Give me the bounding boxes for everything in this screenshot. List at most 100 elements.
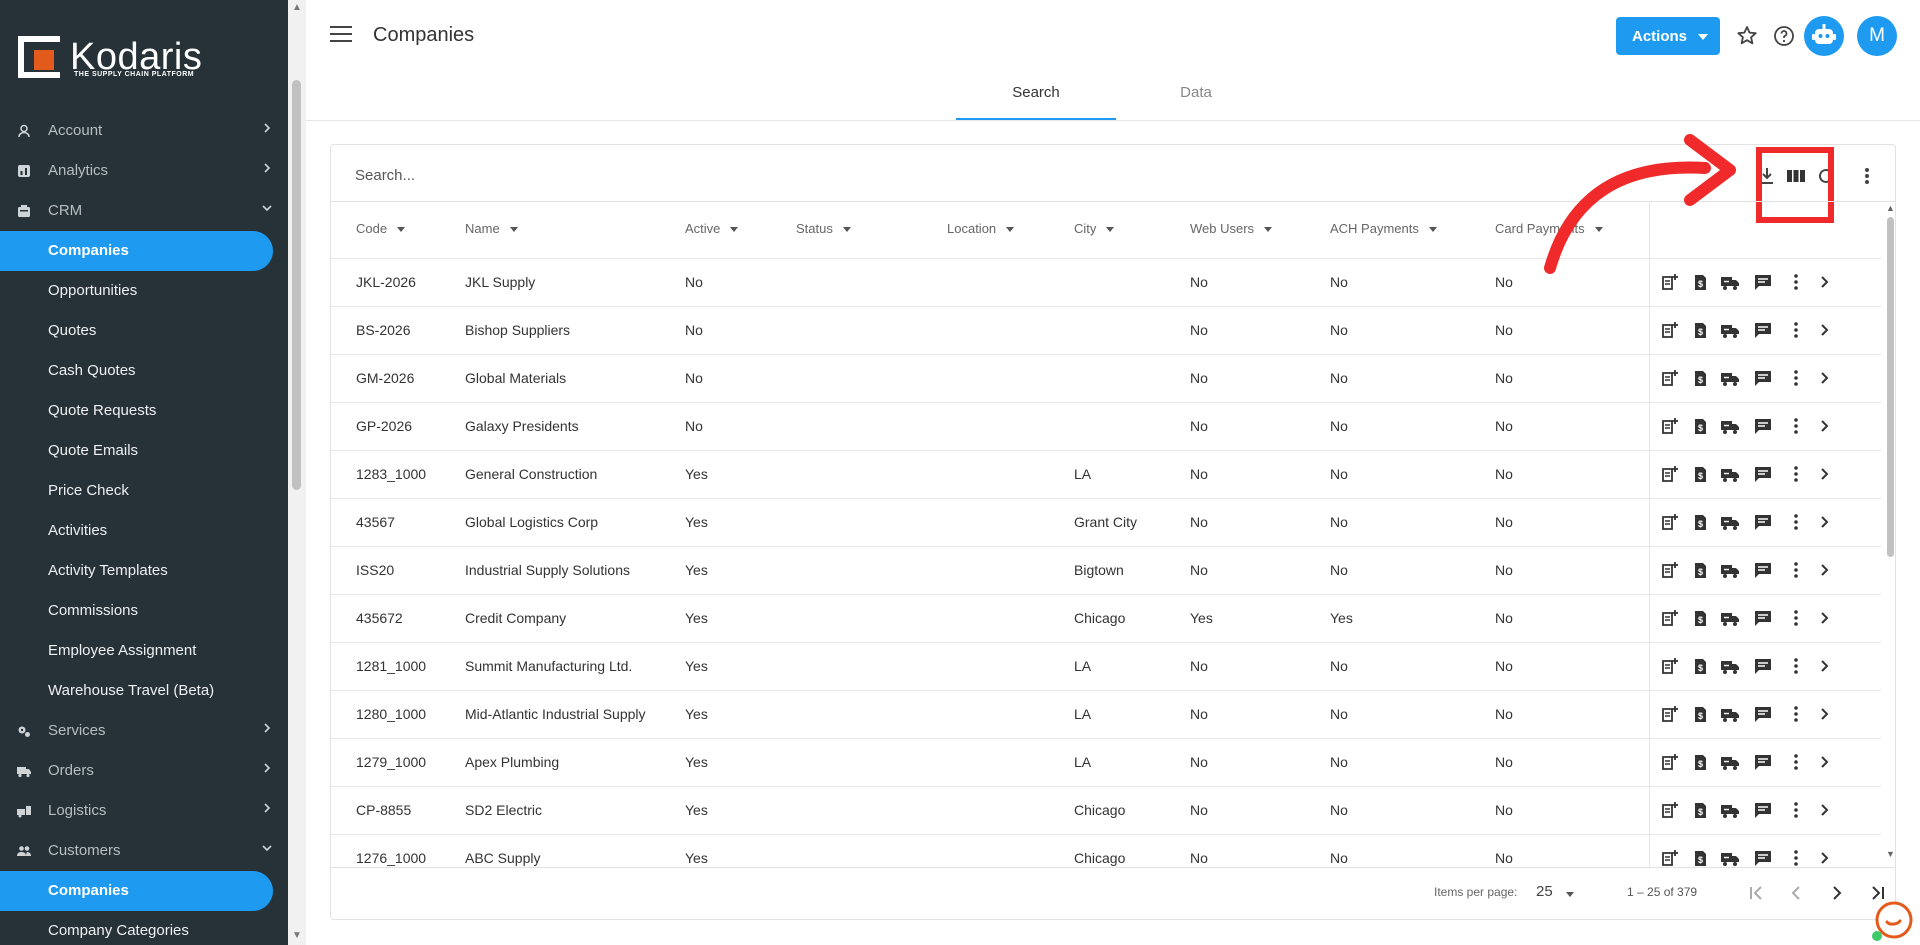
sort-arrow-icon[interactable]	[509, 227, 518, 233]
actions-button[interactable]: Actions	[1616, 17, 1720, 55]
sidebar-scroll-thumb[interactable]	[292, 80, 301, 490]
more-vert-icon[interactable]	[1786, 656, 1806, 676]
quote-icon[interactable]: $	[1690, 416, 1710, 436]
tab-data[interactable]: Data	[1116, 84, 1276, 120]
sort-arrow-icon[interactable]	[730, 227, 739, 233]
more-vert-icon[interactable]	[1786, 512, 1806, 532]
chevron-right-icon[interactable]	[1814, 368, 1834, 388]
more-vert-icon[interactable]	[1786, 704, 1806, 724]
chevron-right-icon[interactable]	[1814, 464, 1834, 484]
table-row[interactable]: BS-2026 Bishop Suppliers No No No No $	[331, 306, 1881, 355]
delivery-truck-icon[interactable]	[1720, 752, 1740, 772]
more-vert-icon[interactable]	[1786, 752, 1806, 772]
more-vert-icon[interactable]	[1786, 608, 1806, 628]
items-per-page-select[interactable]: 25	[1536, 883, 1553, 900]
quote-icon[interactable]: $	[1690, 848, 1710, 868]
previous-page-icon[interactable]	[1784, 881, 1808, 905]
chevron-right-icon[interactable]	[1814, 752, 1834, 772]
chevron-right-icon[interactable]	[1814, 848, 1834, 868]
table-row[interactable]: ISS20 Industrial Supply Solutions Yes Bigto…	[331, 546, 1881, 595]
add-note-icon[interactable]	[1660, 560, 1680, 580]
table-row[interactable]: 1279_1000 Apex Plumbing Yes LA No No No $	[331, 738, 1881, 787]
more-vert-icon[interactable]	[1786, 272, 1806, 292]
quote-icon[interactable]: $	[1690, 320, 1710, 340]
first-page-icon[interactable]	[1744, 881, 1768, 905]
column-header-status[interactable]: Status	[796, 221, 851, 236]
sidebar-scrollbar[interactable]: ▲ ▼	[288, 0, 306, 945]
chevron-right-icon[interactable]	[1814, 800, 1834, 820]
sidebar-item-crm[interactable]: CRM	[0, 191, 288, 231]
scroll-down-arrow-icon[interactable]: ▼	[1886, 849, 1895, 859]
add-note-icon[interactable]	[1660, 416, 1680, 436]
column-header-location[interactable]: Location	[947, 221, 1015, 236]
sidebar-subitem-commissions[interactable]: Commissions	[0, 591, 288, 631]
add-note-icon[interactable]	[1660, 800, 1680, 820]
delivery-truck-icon[interactable]	[1720, 656, 1740, 676]
sort-arrow-icon[interactable]	[1264, 227, 1273, 233]
comment-icon[interactable]	[1753, 800, 1773, 820]
column-header-city[interactable]: City	[1074, 221, 1115, 236]
add-note-icon[interactable]	[1660, 464, 1680, 484]
column-header-code[interactable]: Code	[356, 221, 406, 236]
add-note-icon[interactable]	[1660, 704, 1680, 724]
table-row[interactable]: 435672 Credit Company Yes Chicago Yes Yes No $	[331, 594, 1881, 643]
sidebar-subitem-warehouse-travel-beta[interactable]: Warehouse Travel (Beta)	[0, 671, 288, 711]
sidebar-subitem-quote-emails[interactable]: Quote Emails	[0, 431, 288, 471]
comment-icon[interactable]	[1753, 704, 1773, 724]
sidebar-subitem-opportunities[interactable]: Opportunities	[0, 271, 288, 311]
quote-icon[interactable]: $	[1690, 608, 1710, 628]
quote-icon[interactable]: $	[1690, 464, 1710, 484]
sidebar-item-logistics[interactable]: Logistics	[0, 791, 288, 831]
delivery-truck-icon[interactable]	[1720, 608, 1740, 628]
add-note-icon[interactable]	[1660, 368, 1680, 388]
search-input[interactable]	[355, 160, 1155, 190]
comment-icon[interactable]	[1753, 608, 1773, 628]
table-row[interactable]: CP-8855 SD2 Electric Yes Chicago No No No $	[331, 786, 1881, 835]
sort-arrow-icon[interactable]	[397, 227, 406, 233]
column-header-name[interactable]: Name	[465, 221, 518, 236]
next-page-icon[interactable]	[1825, 881, 1849, 905]
sidebar-subitem-price-check[interactable]: Price Check	[0, 471, 288, 511]
sidebar-subitem-quotes[interactable]: Quotes	[0, 311, 288, 351]
sort-arrow-icon[interactable]	[1106, 227, 1115, 233]
column-header-active[interactable]: Active	[685, 221, 739, 236]
support-chat-icon[interactable]	[1870, 898, 1914, 942]
more-vert-icon[interactable]	[1786, 560, 1806, 580]
delivery-truck-icon[interactable]	[1720, 560, 1740, 580]
chevron-right-icon[interactable]	[1814, 416, 1834, 436]
scroll-up-arrow-icon[interactable]: ▲	[292, 2, 302, 13]
chevron-right-icon[interactable]	[1814, 560, 1834, 580]
delivery-truck-icon[interactable]	[1720, 320, 1740, 340]
column-header-ach-payments[interactable]: ACH Payments	[1330, 221, 1437, 236]
chevron-right-icon[interactable]	[262, 723, 272, 733]
more-vert-icon[interactable]	[1786, 320, 1806, 340]
table-row[interactable]: 1281_1000 Summit Manufacturing Ltd. Yes LA N…	[331, 642, 1881, 691]
chevron-right-icon[interactable]	[262, 763, 272, 773]
delivery-truck-icon[interactable]	[1720, 368, 1740, 388]
delivery-truck-icon[interactable]	[1720, 512, 1740, 532]
chevron-right-icon[interactable]	[262, 123, 272, 133]
add-note-icon[interactable]	[1660, 320, 1680, 340]
add-note-icon[interactable]	[1660, 512, 1680, 532]
delivery-truck-icon[interactable]	[1720, 704, 1740, 724]
sidebar-subitem-quote-requests[interactable]: Quote Requests	[0, 391, 288, 431]
comment-icon[interactable]	[1753, 416, 1773, 436]
delivery-truck-icon[interactable]	[1720, 464, 1740, 484]
table-row[interactable]: GM-2026 Global Materials No No No No $	[331, 354, 1881, 403]
sidebar-subitem-companies[interactable]: Companies	[0, 231, 273, 271]
chevron-right-icon[interactable]	[1814, 656, 1834, 676]
quote-icon[interactable]: $	[1690, 704, 1710, 724]
sidebar-item-orders[interactable]: Orders	[0, 751, 288, 791]
tab-search[interactable]: Search	[956, 84, 1116, 120]
table-row[interactable]: 43567 Global Logistics Corp Yes Grant City N…	[331, 498, 1881, 547]
chevron-right-icon[interactable]	[262, 803, 272, 813]
comment-icon[interactable]	[1753, 560, 1773, 580]
chevron-down-icon[interactable]	[262, 203, 272, 213]
comment-icon[interactable]	[1753, 752, 1773, 772]
more-vert-icon[interactable]	[1786, 800, 1806, 820]
quote-icon[interactable]: $	[1690, 512, 1710, 532]
sort-arrow-icon[interactable]	[1006, 227, 1015, 233]
add-note-icon[interactable]	[1660, 752, 1680, 772]
delivery-truck-icon[interactable]	[1720, 800, 1740, 820]
comment-icon[interactable]	[1753, 368, 1773, 388]
